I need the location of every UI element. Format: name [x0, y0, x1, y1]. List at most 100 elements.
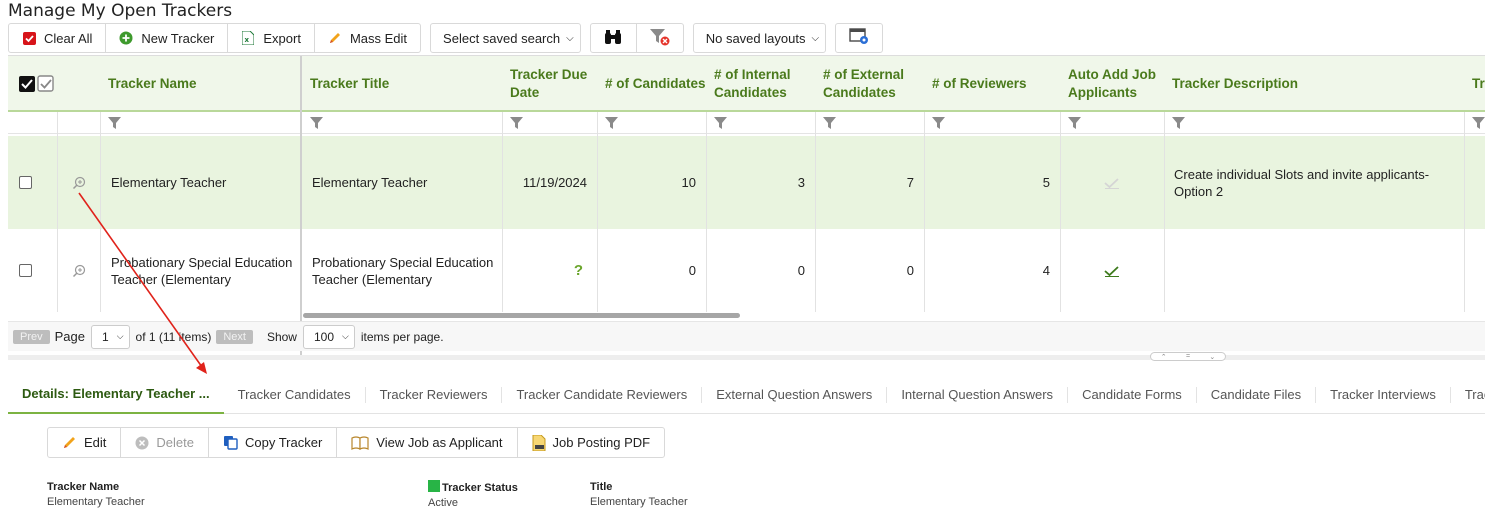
- title-value: Elementary Teacher: [590, 496, 688, 508]
- col-header-tracker-name[interactable]: Tracker Name: [100, 56, 300, 112]
- cell-external: 7: [906, 175, 914, 190]
- job-posting-pdf-label: Job Posting PDF: [552, 435, 651, 450]
- tab-tracker-interviews[interactable]: Tracker Interviews: [1316, 386, 1451, 403]
- detail-tabs: Details: Elementary Teacher ... Tracker …: [8, 376, 1485, 414]
- grid-header: Tracker Name Tracker Title Tracker Due D…: [8, 56, 1485, 112]
- zoom-in-icon[interactable]: [72, 136, 86, 229]
- col-header-reviewers[interactable]: # of Reviewers: [924, 56, 1060, 112]
- col-header-external-candidates[interactable]: # of External Candidates: [815, 56, 924, 112]
- tab-candidate-forms[interactable]: Candidate Forms: [1068, 386, 1197, 403]
- window-gear-icon: [849, 28, 869, 48]
- tab-details[interactable]: Details: Elementary Teacher ...: [8, 376, 224, 414]
- splitter-handle[interactable]: ⌃ = ⌄: [1150, 352, 1226, 361]
- page-select-value: 1: [102, 329, 109, 344]
- prev-page-button[interactable]: Prev: [13, 329, 50, 344]
- tab-external-question-answers[interactable]: External Question Answers: [702, 386, 888, 403]
- col-header-description[interactable]: Tracker Description: [1164, 56, 1464, 112]
- title-label: Title: [590, 481, 613, 493]
- tab-tracker-candidate-reviewers[interactable]: Tracker Candidate Reviewers: [502, 386, 703, 403]
- cell-reviewers: 4: [1042, 263, 1050, 278]
- tab-candidate-files[interactable]: Candidate Files: [1197, 386, 1317, 403]
- filter-icon[interactable]: [102, 112, 121, 134]
- cell-external: 0: [906, 263, 914, 278]
- mass-edit-label: Mass Edit: [349, 30, 408, 46]
- new-tracker-button[interactable]: New Tracker: [106, 24, 229, 52]
- page-size-value: 100: [313, 329, 335, 344]
- export-button[interactable]: x Export: [228, 24, 315, 52]
- chevron-down-icon: ⌵: [566, 32, 574, 44]
- mass-edit-button[interactable]: Mass Edit: [315, 24, 420, 52]
- pencil-icon: [62, 435, 77, 450]
- filter-icon[interactable]: [1466, 112, 1485, 134]
- col-header-auto-add[interactable]: Auto Add Job Applicants: [1060, 56, 1164, 112]
- toolbar-button-group: Clear All New Tracker x Export Mass Edit: [8, 23, 422, 53]
- tracker-status-value: Active: [428, 497, 458, 509]
- saved-layouts-select[interactable]: No saved layouts ⌵: [692, 23, 827, 53]
- saved-search-value: Select saved search: [443, 30, 561, 46]
- filter-icon[interactable]: [817, 112, 836, 134]
- saved-search-select[interactable]: Select saved search ⌵: [430, 23, 581, 53]
- cell-internal: 0: [797, 263, 805, 278]
- filter-icon[interactable]: [1062, 112, 1081, 134]
- book-icon: [351, 435, 369, 450]
- chevron-down-icon: ⌵: [342, 331, 349, 341]
- tab-tracker-reviewers[interactable]: Tracker Reviewers: [366, 386, 503, 403]
- clear-all-button[interactable]: Clear All: [9, 24, 107, 52]
- binoculars-icon: [603, 29, 623, 48]
- page-label: Page: [54, 329, 85, 344]
- horizontal-scrollbar[interactable]: [303, 313, 740, 318]
- chevron-down-icon: ⌵: [811, 32, 820, 44]
- filter-icon[interactable]: [504, 112, 523, 134]
- edit-button[interactable]: Edit: [48, 428, 122, 457]
- layout-settings-button[interactable]: [836, 24, 882, 52]
- table-row[interactable]: Probationary Special Education Teacher (…: [8, 229, 1485, 312]
- cell-due-date: ?: [573, 262, 583, 279]
- tab-tracker-files[interactable]: Tracker Files: [1451, 387, 1485, 403]
- saved-layouts-value: No saved layouts: [705, 30, 806, 46]
- page-size-select[interactable]: 100 ⌵: [302, 324, 355, 349]
- excel-icon: x: [241, 31, 255, 45]
- cell-description: Create individual Slots and invite appli…: [1174, 166, 1430, 199]
- delete-button[interactable]: Delete: [121, 428, 209, 457]
- chevron-down-icon[interactable]: ⌄: [1209, 353, 1215, 361]
- detail-toolbar: Edit Delete Copy Tracker View Job as App…: [47, 427, 666, 458]
- filter-icon[interactable]: [1166, 112, 1185, 134]
- chevron-up-icon[interactable]: ⌃: [1161, 353, 1167, 361]
- cell-tracker-title: Probationary Special Education Teacher (…: [312, 254, 494, 287]
- tab-internal-question-answers[interactable]: Internal Question Answers: [887, 386, 1069, 403]
- col-header-candidates[interactable]: # of Candidates: [597, 56, 706, 112]
- panel-splitter[interactable]: [8, 355, 1485, 360]
- select-all-checkbox[interactable]: [14, 56, 54, 112]
- filter-icon[interactable]: [708, 112, 727, 134]
- view-job-button[interactable]: View Job as Applicant: [337, 428, 518, 457]
- page-count-text: of 1 (11 items): [135, 329, 212, 344]
- filter-icon[interactable]: [599, 112, 618, 134]
- row-checkbox[interactable]: [19, 136, 32, 229]
- copy-icon: [223, 435, 238, 450]
- checkmark-icon: [1060, 136, 1164, 229]
- view-job-label: View Job as Applicant: [376, 435, 503, 450]
- next-page-button[interactable]: Next: [216, 329, 253, 344]
- svg-text:x: x: [245, 36, 250, 44]
- binoculars-button[interactable]: [591, 24, 637, 52]
- tab-tracker-candidates[interactable]: Tracker Candidates: [224, 386, 366, 403]
- col-header-internal-candidates[interactable]: # of Internal Candidates: [706, 56, 815, 112]
- drag-grip-icon[interactable]: =: [1186, 353, 1190, 360]
- filter-icon[interactable]: [304, 112, 323, 134]
- page-select[interactable]: 1 ⌵: [91, 324, 130, 349]
- copy-tracker-button[interactable]: Copy Tracker: [209, 428, 338, 457]
- row-checkbox[interactable]: [19, 229, 32, 312]
- tracker-name-value: Elementary Teacher: [47, 496, 145, 508]
- zoom-in-icon[interactable]: [72, 229, 86, 312]
- col-header-truncated[interactable]: Tra: [1464, 56, 1485, 112]
- cell-reviewers: 5: [1042, 175, 1050, 190]
- col-header-tracker-title[interactable]: Tracker Title: [302, 56, 502, 112]
- job-posting-pdf-button[interactable]: Job Posting PDF: [518, 428, 665, 457]
- tracker-status-label: Tracker Status: [442, 482, 518, 494]
- table-row[interactable]: Elementary Teacher Elementary Teacher 11…: [8, 136, 1485, 229]
- col-header-due-date[interactable]: Tracker Due Date: [502, 56, 597, 112]
- copy-tracker-label: Copy Tracker: [244, 435, 323, 450]
- filter-icon[interactable]: [926, 112, 945, 134]
- plus-circle-icon: [119, 31, 133, 45]
- clear-filter-button[interactable]: [637, 24, 683, 52]
